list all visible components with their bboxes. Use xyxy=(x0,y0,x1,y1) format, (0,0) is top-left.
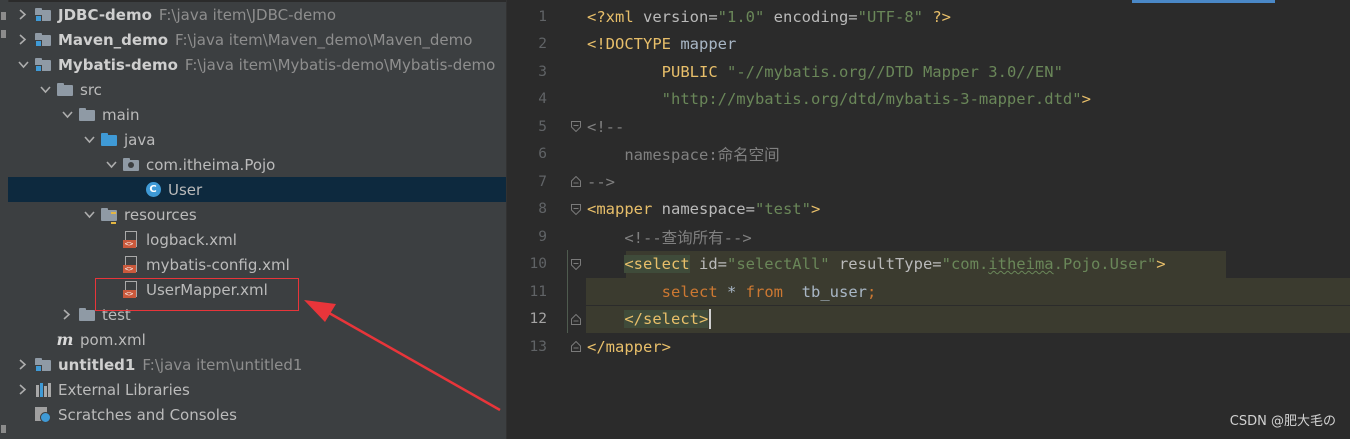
code-text: PUBLIC "-//mybatis.org//DTD Mapper 3.0//… xyxy=(587,58,1063,85)
code-text: --> xyxy=(587,168,615,195)
code-token: select xyxy=(661,282,727,301)
code-line[interactable]: 2 <!DOCTYPE mapper xyxy=(507,31,1350,58)
code-token: from xyxy=(745,282,802,301)
code-token: <!--查询所有--> xyxy=(587,228,752,247)
line-number: 1 xyxy=(538,8,547,25)
code-line[interactable]: 3 PUBLIC "-//mybatis.org//DTD Mapper 3.0… xyxy=(507,58,1350,85)
code-token: </mapper> xyxy=(587,337,671,356)
code-token: namespace= xyxy=(661,200,755,218)
code-line[interactable]: 5 <!-- xyxy=(507,113,1350,140)
code-line[interactable]: 6 namespace:命名空间 xyxy=(507,141,1350,168)
code-token: > xyxy=(810,200,821,218)
code-line[interactable]: 4 "http://mybatis.org/dtd/mybatis-3-mapp… xyxy=(507,86,1350,113)
code-token: > xyxy=(1156,255,1166,273)
fold-close-icon[interactable] xyxy=(571,313,581,325)
line-number: 8 xyxy=(538,201,547,217)
fold-close-icon[interactable] xyxy=(571,341,581,352)
code-token: > xyxy=(1081,90,1091,108)
code-token: "UTF-8" xyxy=(857,7,933,26)
line-number: 13 xyxy=(529,338,547,355)
code-token: version= xyxy=(643,7,718,26)
line-number: 2 xyxy=(538,36,547,52)
code-line[interactable]: 12 </select> xyxy=(507,305,1350,333)
code-token: <mapper xyxy=(587,200,662,218)
line-number: 12 xyxy=(529,311,547,327)
code-token: "http://mybatis.org/dtd/mybatis-3-mapper… xyxy=(661,90,1082,108)
code-token: ; xyxy=(866,282,877,301)
code-token: "1.0" xyxy=(717,7,774,26)
code-token: "-//mybatis.org//DTD Mapper 3.0//EN" xyxy=(726,62,1063,81)
code-text: <?xml version= "1.0" encoding= "UTF-8" ?> xyxy=(587,3,951,30)
text-caret xyxy=(709,309,712,329)
code-text: select * from tb_user; xyxy=(587,278,877,305)
code-text: <!-- xyxy=(587,113,624,140)
code-token: * xyxy=(726,282,746,301)
fold-close-icon[interactable] xyxy=(571,176,581,187)
code-editor[interactable]: 1 <?xml version= "1.0" encoding= "UTF-8" ?>… xyxy=(507,0,1350,439)
line-number: 4 xyxy=(538,91,547,107)
line-number: 5 xyxy=(538,118,547,135)
code-token: ?> xyxy=(932,7,951,26)
line-number: 9 xyxy=(538,228,547,245)
line-number: 6 xyxy=(538,146,547,162)
code-token: id= xyxy=(689,255,727,273)
code-text: </select> xyxy=(587,306,712,333)
code-token: <?xml xyxy=(587,7,643,26)
code-line[interactable]: 9 <!--查询所有--> xyxy=(507,223,1350,250)
code-token: <select xyxy=(624,255,690,273)
code-token: encoding= xyxy=(773,7,858,26)
line-number: 10 xyxy=(529,256,547,272)
code-token: "test" xyxy=(754,200,811,218)
code-token: "com. xyxy=(941,255,989,273)
code-text: "http://mybatis.org/dtd/mybatis-3-mapper… xyxy=(587,86,1091,113)
code-line[interactable]: 1 <?xml version= "1.0" encoding= "UTF-8" ?> xyxy=(507,3,1350,30)
code-token: resultType= xyxy=(838,255,942,273)
code-text: <!DOCTYPE mapper xyxy=(587,31,736,58)
code-text: <!--查询所有--> xyxy=(587,223,752,250)
fold-open-icon[interactable] xyxy=(571,121,581,132)
code-token: "selectAll" xyxy=(726,255,839,273)
fold-open-icon[interactable] xyxy=(571,258,581,270)
code-token: .Pojo.User" xyxy=(1053,255,1157,273)
code-line[interactable]: 8 <mapper namespace= "test" > xyxy=(507,196,1350,223)
code-line[interactable]: 13 </mapper> xyxy=(507,333,1350,360)
code-line[interactable]: 10 <select id= "selectAll" resultType= "co… xyxy=(507,250,1350,278)
line-number: 11 xyxy=(529,283,547,300)
code-token: namespace:命名空间 xyxy=(587,146,780,164)
code-text: </mapper> xyxy=(587,333,671,360)
code-token: --> xyxy=(587,172,615,191)
code-token: </select> xyxy=(624,310,709,328)
line-number: 7 xyxy=(538,173,547,190)
code-token: tb_user xyxy=(801,282,867,301)
code-token: itheima xyxy=(988,255,1054,273)
code-token: <!-- xyxy=(587,117,625,136)
code-line[interactable]: 11 select * from tb_user; xyxy=(507,278,1350,305)
code-token: <!DOCTYPE xyxy=(587,35,681,53)
code-text: namespace:命名空间 xyxy=(587,141,780,168)
code-text: <select id= "selectAll" resultType= "com. i… xyxy=(587,251,1166,278)
annotation-arrow xyxy=(304,300,501,412)
code-token: mapper xyxy=(680,35,737,53)
watermark: CSDN @肥大毛の xyxy=(1229,414,1336,429)
code-token: PUBLIC xyxy=(661,62,727,81)
code-text: <mapper namespace= "test" > xyxy=(587,196,820,223)
line-number: 3 xyxy=(538,63,547,80)
fold-open-icon[interactable] xyxy=(571,203,581,215)
code-line[interactable]: 7 --> xyxy=(507,168,1350,195)
